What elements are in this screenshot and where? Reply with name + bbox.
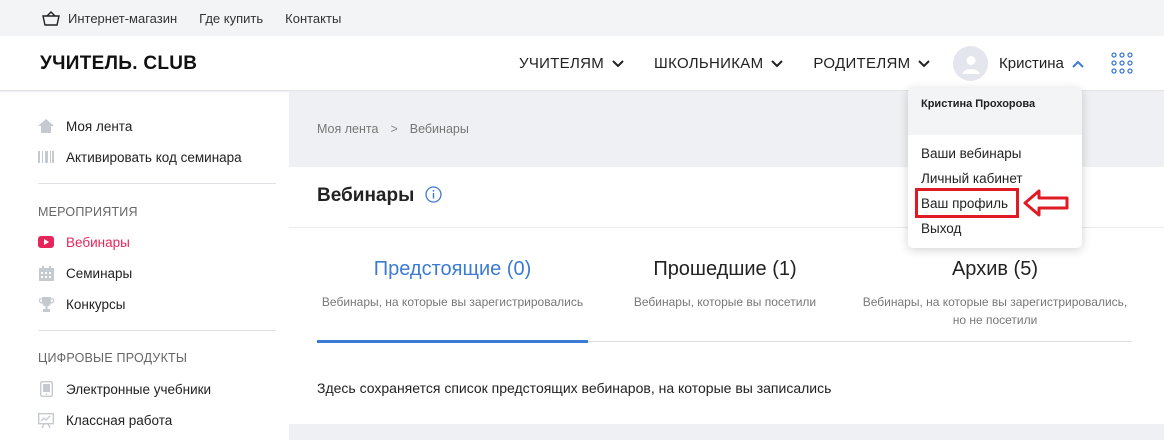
divider bbox=[38, 330, 276, 331]
user-dropdown-header: Кристина Прохорова bbox=[908, 88, 1082, 135]
tablet-icon bbox=[38, 381, 54, 397]
tab-description: Вебинары, на которые вы зарегистрировали… bbox=[321, 295, 584, 309]
active-tab-indicator bbox=[317, 340, 588, 343]
chevron-down-icon bbox=[918, 59, 931, 67]
sidebar: Моя лента Активировать код семинара МЕРО… bbox=[0, 92, 289, 440]
breadcrumb-current: Вебинары bbox=[409, 122, 469, 136]
sidebar-item-label: Активировать код семинара bbox=[66, 149, 242, 165]
sidebar-item-label: Конкурсы bbox=[66, 296, 126, 312]
board-icon bbox=[38, 412, 54, 428]
menu-item-logout[interactable]: Выход bbox=[921, 221, 961, 236]
sidebar-item-label: Моя лента bbox=[66, 118, 133, 134]
sidebar-item-classwork[interactable]: Классная работа bbox=[38, 412, 172, 428]
info-icon[interactable] bbox=[425, 186, 442, 203]
sidebar-item-contests[interactable]: Конкурсы bbox=[38, 296, 125, 312]
trophy-icon bbox=[38, 296, 54, 312]
nav-students-label: ШКОЛЬНИКАМ bbox=[654, 55, 764, 72]
user-dropdown-menu: Кристина Прохорова Ваши вебинары Личный … bbox=[908, 88, 1082, 248]
chevron-down-icon bbox=[771, 59, 784, 67]
home-icon bbox=[38, 118, 54, 134]
highlight-box bbox=[915, 188, 1019, 218]
contacts-link[interactable]: Контакты bbox=[285, 11, 341, 26]
sidebar-item-feed[interactable]: Моя лента bbox=[38, 118, 132, 134]
tab-upcoming[interactable]: Предстоящие (0) Вебинары, на которые вы … bbox=[317, 258, 588, 311]
empty-state-message: Здесь сохраняется список предстоящих веб… bbox=[317, 380, 832, 396]
video-play-icon bbox=[38, 234, 54, 250]
basket-icon bbox=[42, 10, 60, 26]
menu-item-personal-account[interactable]: Личный кабинет bbox=[921, 171, 1023, 186]
tab-past[interactable]: Прошедшие (1) Вебинары, которые вы посет… bbox=[605, 258, 845, 311]
user-icon bbox=[962, 55, 979, 74]
sidebar-item-activate-code[interactable]: Активировать код семинара bbox=[38, 149, 242, 165]
calendar-icon bbox=[38, 265, 54, 281]
user-full-name: Кристина Прохорова bbox=[921, 98, 1036, 110]
menu-item-your-webinars[interactable]: Ваши вебинары bbox=[921, 146, 1021, 161]
contacts-label: Контакты bbox=[285, 10, 342, 26]
nav-parents-label: РОДИТЕЛЯМ bbox=[813, 55, 911, 72]
chevron-down-icon bbox=[612, 59, 624, 67]
nav-students[interactable]: ШКОЛЬНИКАМ bbox=[654, 55, 784, 72]
breadcrumb-feed[interactable]: Моя лента bbox=[317, 122, 378, 136]
where-to-buy-label: Где купить bbox=[199, 10, 264, 26]
sidebar-item-label: Электронные учебники bbox=[66, 381, 212, 397]
sidebar-item-label: Классная работа bbox=[66, 412, 173, 428]
arrow-left-icon bbox=[1023, 189, 1069, 217]
section-heading-digital: ЦИФРОВЫЕ ПРОДУКТЫ bbox=[38, 351, 188, 365]
sidebar-item-webinars[interactable]: Вебинары bbox=[38, 234, 130, 250]
apps-grid-icon[interactable] bbox=[1111, 52, 1133, 79]
shop-link-label: Интернет-магазин bbox=[68, 10, 178, 26]
tab-description: Вебинары, которые вы посетили bbox=[633, 295, 817, 309]
tab-archive[interactable]: Архив (5) Вебинары, на которые вы зареги… bbox=[855, 258, 1135, 329]
section-heading-events: МЕРОПРИЯТИЯ bbox=[38, 205, 138, 219]
sidebar-item-seminars[interactable]: Семинары bbox=[38, 265, 132, 281]
username: Кристина bbox=[999, 55, 1064, 72]
tab-label: Предстоящие (0) bbox=[373, 258, 532, 280]
breadcrumb-separator: > bbox=[390, 122, 398, 136]
sidebar-item-ebooks[interactable]: Электронные учебники bbox=[38, 381, 211, 397]
user-menu-toggle[interactable]: Кристина bbox=[953, 46, 1084, 81]
main-header: УЧИТЕЛЬ. CLUB УЧИТЕЛЯМ ШКОЛЬНИКАМ РОДИТЕ… bbox=[0, 36, 1164, 91]
divider bbox=[38, 183, 276, 184]
nav-parents[interactable]: РОДИТЕЛЯМ bbox=[813, 55, 931, 72]
main-nav: УЧИТЕЛЯМ ШКОЛЬНИКАМ РОДИТЕЛЯМ bbox=[519, 36, 960, 91]
sidebar-item-label: Вебинары bbox=[66, 234, 130, 250]
webinars-panel: Предстоящие (0) Вебинары, на которые вы … bbox=[289, 227, 1164, 424]
shop-link[interactable]: Интернет-магазин bbox=[42, 11, 177, 26]
page-title: Вебинары bbox=[317, 185, 415, 206]
tab-label: Прошедшие (1) bbox=[653, 258, 797, 280]
utility-bar: Интернет-магазин Где купить Контакты bbox=[0, 0, 1164, 36]
barcode-icon bbox=[38, 149, 54, 165]
nav-teachers-label: УЧИТЕЛЯМ bbox=[519, 55, 605, 72]
sidebar-item-label: Семинары bbox=[66, 265, 133, 281]
site-logo[interactable]: УЧИТЕЛЬ. CLUB bbox=[40, 53, 197, 75]
chevron-up-icon bbox=[1072, 60, 1084, 68]
tab-label: Архив (5) bbox=[951, 258, 1039, 280]
nav-teachers[interactable]: УЧИТЕЛЯМ bbox=[519, 55, 624, 72]
avatar bbox=[953, 46, 988, 81]
tab-description: Вебинары, на которые вы зарегистрировали… bbox=[862, 295, 1128, 327]
where-to-buy-link[interactable]: Где купить bbox=[199, 11, 263, 26]
breadcrumb: Моя лента > Вебинары bbox=[317, 122, 469, 136]
